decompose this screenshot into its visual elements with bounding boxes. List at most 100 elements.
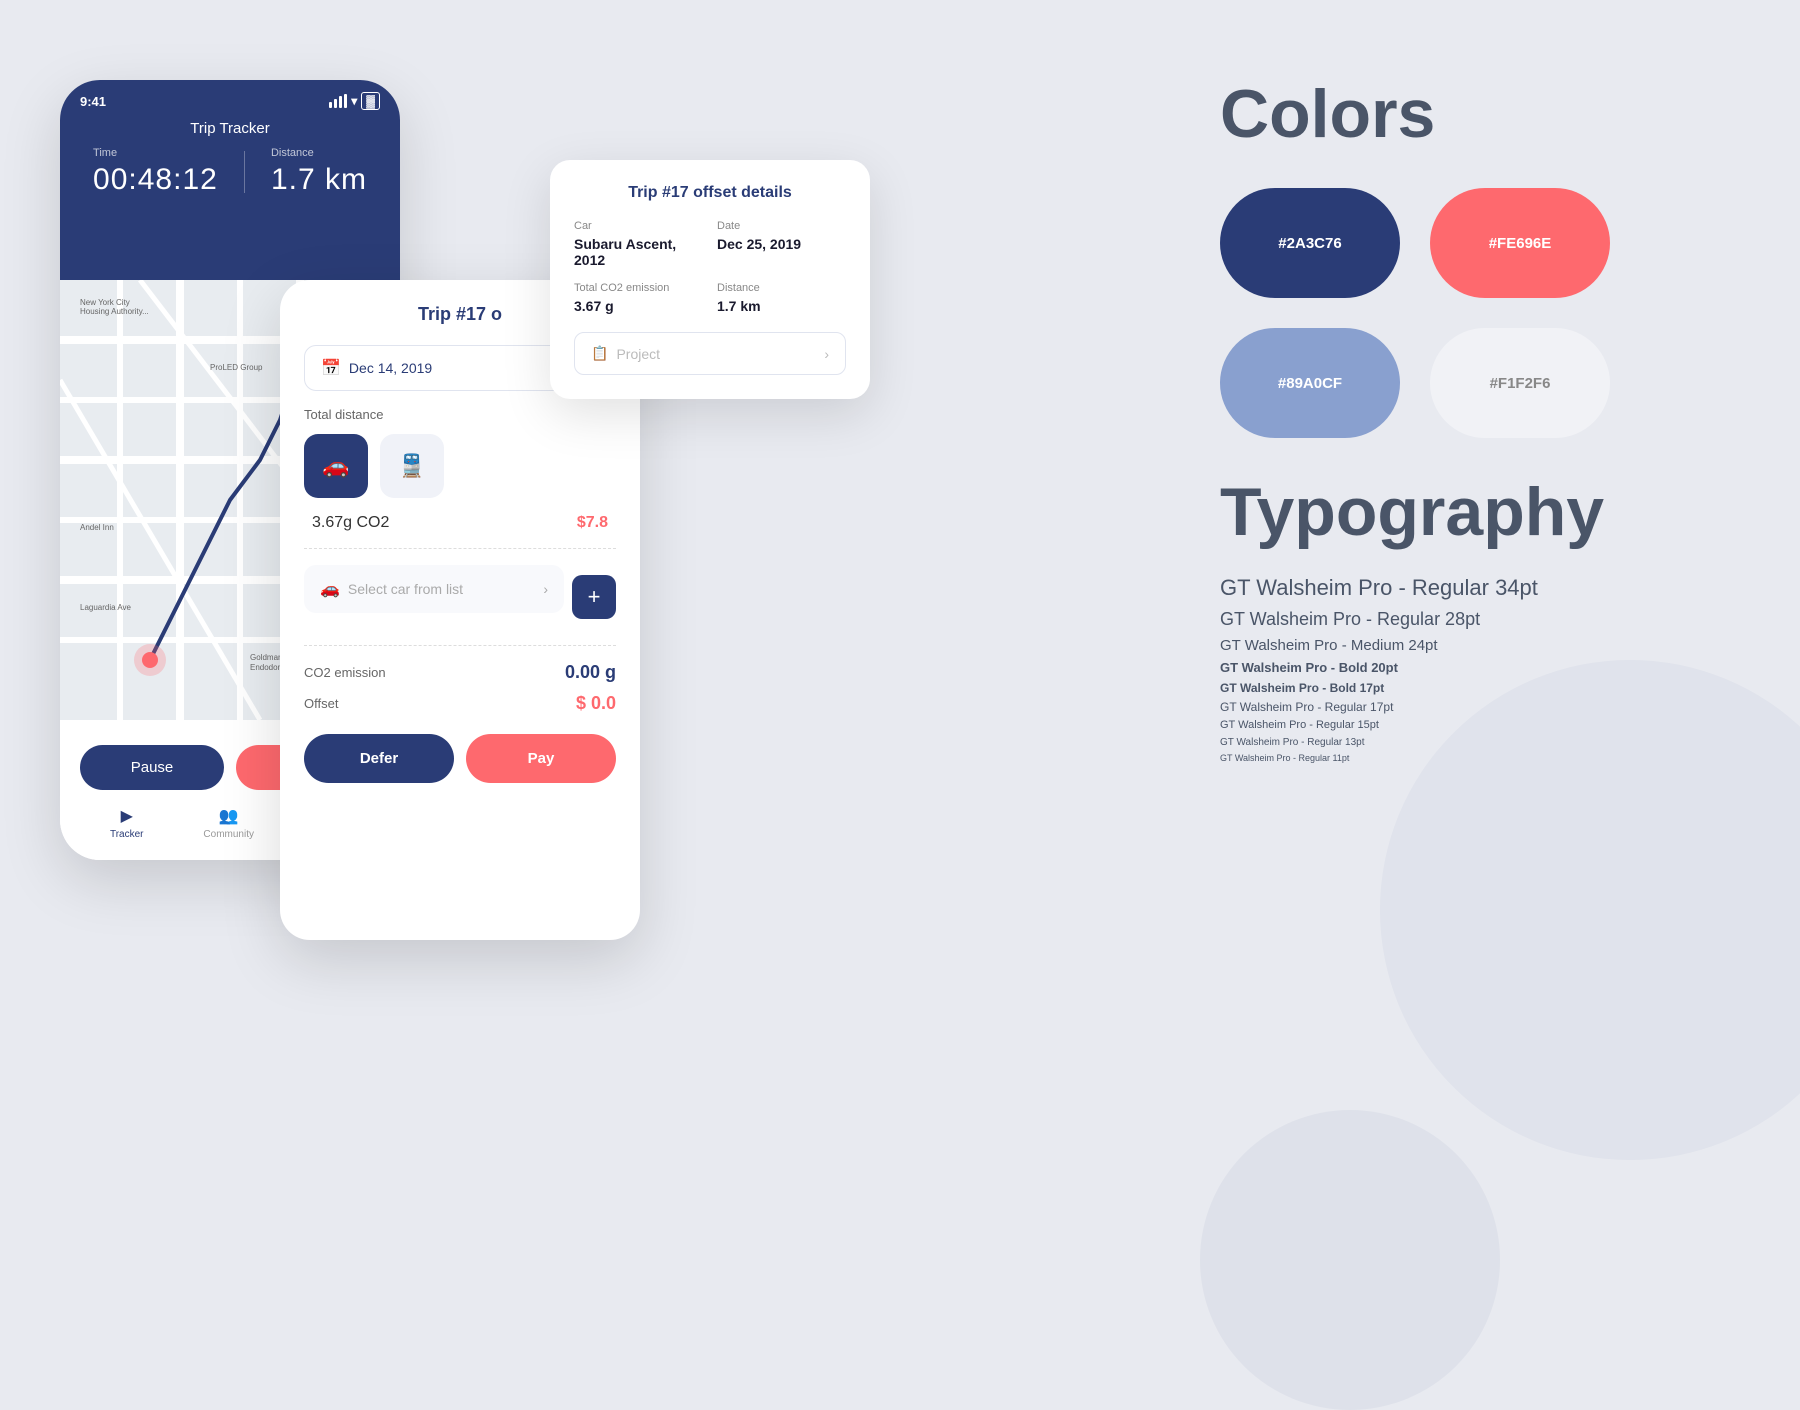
svg-text:New York City: New York City [80, 298, 130, 307]
colors-title: Colors [1220, 80, 1720, 148]
signal-bar-1 [329, 102, 332, 108]
type-item-3: GT Walsheim Pro - Bold 20pt [1220, 658, 1720, 679]
co2-label: Total CO2 emission [574, 282, 703, 294]
signal-bar-2 [334, 99, 337, 108]
signal-bar-4 [344, 94, 347, 108]
emission-row: CO2 emission 0.00 g [304, 662, 616, 683]
co2-value: 3.67g CO2 [312, 514, 389, 532]
distance-detail: Distance 1.7 km [717, 282, 846, 314]
dashed-divider-1 [304, 548, 616, 549]
battery-icon: ▓ [361, 92, 380, 110]
stat-divider [244, 151, 245, 193]
type-item-6: GT Walsheim Pro - Regular 15pt [1220, 717, 1720, 735]
distance-label: Distance [717, 282, 846, 294]
date-value: Dec 14, 2019 [349, 360, 432, 376]
car-label: Car [574, 220, 703, 232]
nav-community[interactable]: 👥 Community [203, 806, 254, 840]
signal-bar-3 [339, 96, 342, 108]
time-stat: Time 00:48:12 [93, 147, 218, 197]
pause-button[interactable]: Pause [80, 745, 224, 790]
distance-stat: Distance 1.7 km [271, 147, 367, 197]
distance-value: 1.7 km [271, 163, 367, 197]
car-value: Subaru Ascent, 2012 [574, 236, 703, 268]
co2-detail: Total CO2 emission 3.67 g [574, 282, 703, 314]
price-value: $7.8 [577, 514, 608, 532]
project-placeholder: Project [616, 346, 660, 362]
status-time: 9:41 [80, 94, 106, 109]
co2-summary: 3.67g CO2 $7.8 [304, 514, 616, 532]
color-label-2: #FE696E [1489, 235, 1552, 252]
right-section: Colors #2A3C76 #FE696E #89A0CF #F1F2F6 T… [1220, 80, 1720, 765]
time-label: Time [93, 147, 218, 159]
colors-row-1: #2A3C76 #FE696E [1220, 188, 1720, 298]
distance-label: Distance [271, 147, 367, 159]
co2-detail-value: 3.67 g [574, 298, 703, 314]
trip-details-title: Trip #17 offset details [574, 184, 846, 202]
chevron-right-icon: › [543, 581, 548, 597]
distance-detail-value: 1.7 km [717, 298, 846, 314]
color-blob-4: #F1F2F6 [1430, 328, 1610, 438]
list-icon: 📋 [591, 345, 608, 362]
project-row[interactable]: 📋 Project › [574, 332, 846, 375]
type-item-8: GT Walsheim Pro - Regular 11pt [1220, 751, 1720, 765]
status-icons: ▾ ▓ [329, 92, 380, 110]
svg-text:Andel Inn: Andel Inn [80, 523, 114, 532]
color-label-4: #F1F2F6 [1490, 375, 1551, 392]
color-blob-2: #FE696E [1430, 188, 1610, 298]
defer-button[interactable]: Defer [304, 734, 454, 783]
svg-text:Housing Authority...: Housing Authority... [80, 307, 149, 316]
type-item-0: GT Walsheim Pro - Regular 34pt [1220, 570, 1720, 605]
car-transport-btn[interactable]: 🚗 [304, 434, 368, 498]
color-label-3: #89A0CF [1278, 375, 1342, 392]
colors-row-2: #89A0CF #F1F2F6 [1220, 328, 1720, 438]
nav-community-label: Community [203, 829, 254, 840]
svg-text:Laguardia Ave: Laguardia Ave [80, 603, 132, 612]
type-item-2: GT Walsheim Pro - Medium 24pt [1220, 634, 1720, 658]
project-chevron-icon: › [824, 346, 829, 362]
nav-tracker[interactable]: ▶ Tracker [110, 806, 144, 840]
offset-value: $ 0.0 [576, 693, 616, 714]
calendar-icon: 📅 [321, 358, 341, 378]
car-icon: 🚗 [320, 579, 340, 599]
add-button[interactable]: + [572, 575, 616, 619]
trip-details-grid: Car Subaru Ascent, 2012 Date Dec 25, 201… [574, 220, 846, 314]
co2-emission-label: CO2 emission [304, 665, 386, 680]
nav-tracker-label: Tracker [110, 829, 144, 840]
co2-emission-value: 0.00 g [565, 662, 616, 683]
transport-row: 🚗 🚆 [304, 434, 616, 498]
offset-row: Offset $ 0.0 [304, 693, 616, 714]
offset-label: Offset [304, 696, 338, 711]
car-select-row[interactable]: 🚗 Select car from list › [304, 565, 564, 613]
trip-details-card: Trip #17 offset details Car Subaru Ascen… [550, 160, 870, 399]
wifi-icon: ▾ [351, 94, 357, 108]
status-bar: 9:41 ▾ ▓ [60, 80, 400, 116]
community-icon: 👥 [219, 806, 239, 826]
dashed-divider-2 [304, 645, 616, 646]
train-transport-btn[interactable]: 🚆 [380, 434, 444, 498]
tracker-icon: ▶ [121, 806, 133, 826]
car-select-label: Select car from list [348, 581, 535, 597]
time-value: 00:48:12 [93, 163, 218, 197]
typography-list: GT Walsheim Pro - Regular 34pt GT Walshe… [1220, 570, 1720, 765]
pay-button[interactable]: Pay [466, 734, 616, 783]
type-item-5: GT Walsheim Pro - Regular 17pt [1220, 698, 1720, 717]
date-detail: Date Dec 25, 2019 [717, 220, 846, 268]
date-value: Dec 25, 2019 [717, 236, 846, 252]
color-label-1: #2A3C76 [1278, 235, 1341, 252]
car-select-section: 🚗 Select car from list › + [304, 565, 616, 629]
color-blob-1: #2A3C76 [1220, 188, 1400, 298]
svg-text:ProLED Group: ProLED Group [210, 363, 263, 372]
total-distance-label: Total distance [304, 407, 616, 422]
phone1-header: 9:41 ▾ ▓ Trip Tracker Time 00:48:12 [60, 80, 400, 280]
action-row: Defer Pay [304, 734, 616, 783]
typography-title: Typography [1220, 478, 1720, 546]
svg-text:Goldman: Goldman [250, 653, 282, 662]
color-blob-3: #89A0CF [1220, 328, 1400, 438]
type-item-7: GT Walsheim Pro - Regular 13pt [1220, 735, 1720, 751]
car-detail: Car Subaru Ascent, 2012 [574, 220, 703, 268]
phone1-title: Trip Tracker [60, 116, 400, 147]
type-item-4: GT Walsheim Pro - Bold 17pt [1220, 679, 1720, 698]
phone1-stats: Time 00:48:12 Distance 1.7 km [60, 147, 400, 197]
date-label: Date [717, 220, 846, 232]
type-item-1: GT Walsheim Pro - Regular 28pt [1220, 605, 1720, 634]
